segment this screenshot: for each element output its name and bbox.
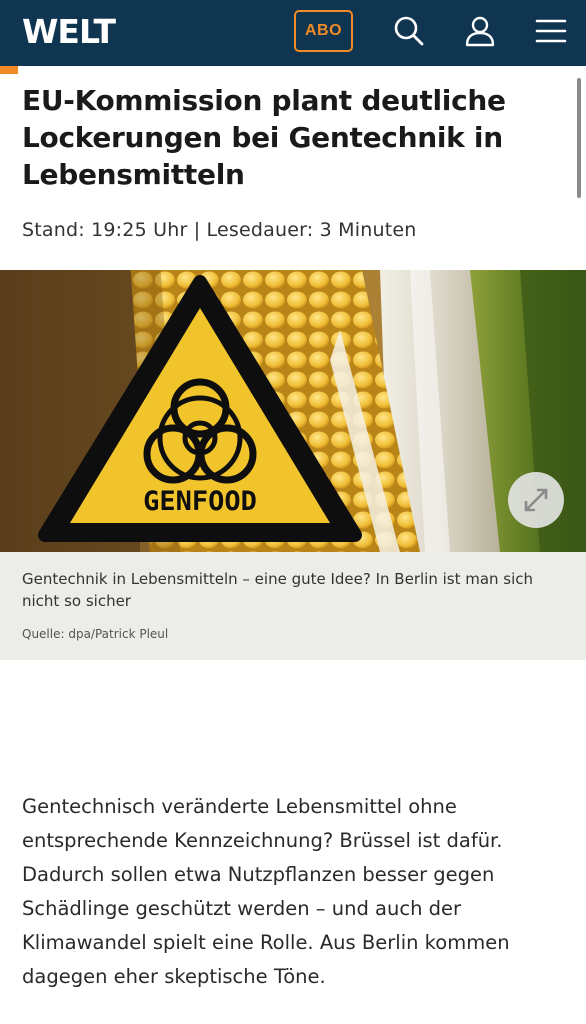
expand-icon (524, 488, 548, 512)
article-lead-paragraph: Gentechnisch veränderte Lebensmittel ohn… (22, 795, 510, 988)
top-navigation-bar: WELT ABO (0, 0, 586, 66)
expand-image-button[interactable] (508, 472, 564, 528)
orange-accent-marker (0, 66, 18, 74)
article-headline: EU-Kommission plant deutliche Lockerunge… (22, 84, 506, 191)
account-button[interactable] (463, 14, 497, 48)
menu-button[interactable] (534, 14, 568, 48)
menu-icon (535, 19, 567, 43)
search-button[interactable] (392, 14, 426, 48)
image-caption: Gentechnik in Lebensmitteln – eine gute … (22, 570, 534, 610)
abo-button[interactable]: ABO (294, 10, 353, 52)
image-source: Quelle: dpa/Patrick Pleul (22, 627, 169, 641)
genfood-corn-image: GENFOOD (0, 270, 586, 552)
welt-logo[interactable]: WELT (22, 12, 116, 51)
search-icon (394, 16, 424, 46)
genfood-sign-text: GENFOOD (143, 486, 257, 517)
scrollbar[interactable] (577, 78, 581, 198)
article-meta: Stand: 19:25 Uhr | Lesedauer: 3 Minuten (22, 219, 417, 241)
article-hero-image[interactable]: GENFOOD (0, 270, 586, 552)
user-icon (465, 16, 495, 47)
